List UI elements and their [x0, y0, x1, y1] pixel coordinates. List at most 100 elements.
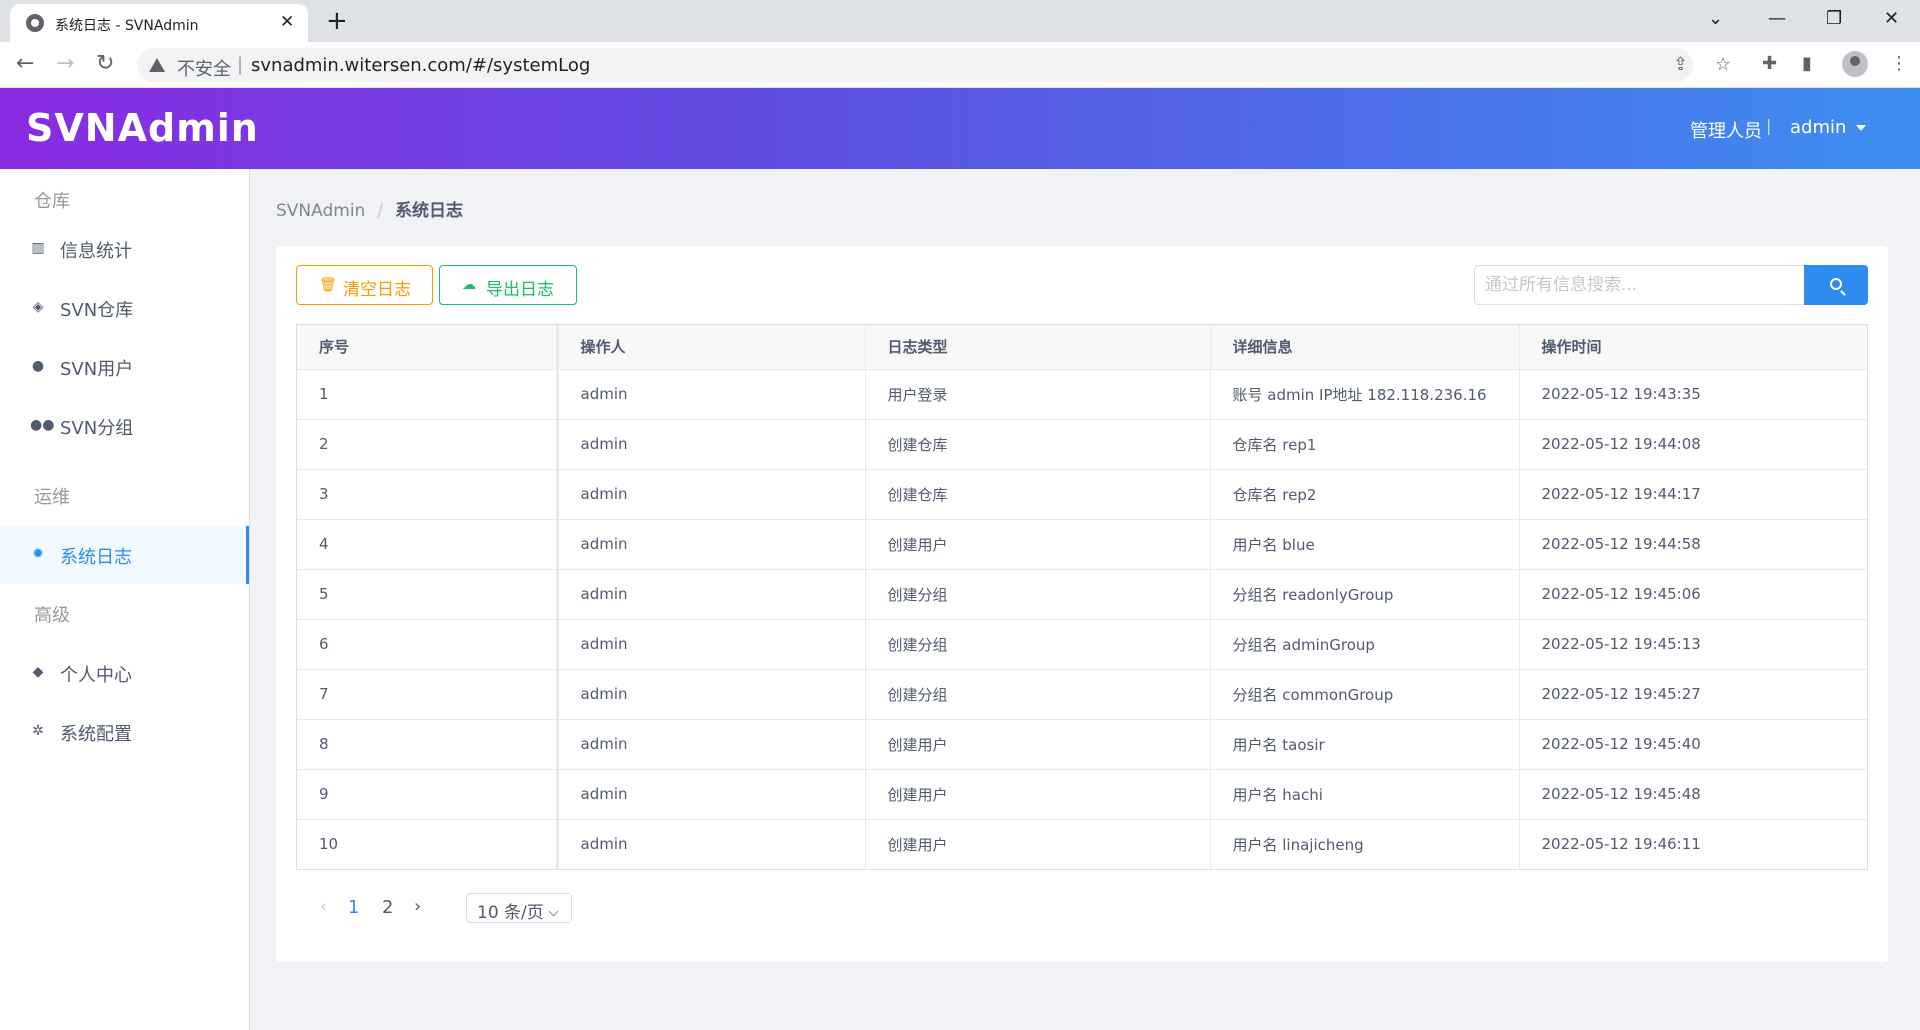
sidebar-item-profile[interactable]: ◆ 个人中心: [0, 644, 249, 702]
column-header-details: 详细信息: [1210, 325, 1520, 370]
prev-page-icon[interactable]: ‹: [320, 896, 327, 917]
tab-search-chevron-icon[interactable]: ⌄: [1708, 6, 1723, 32]
cell-time: 2022-05-12 19:44:58: [1519, 519, 1867, 570]
cell-log-type: 创建用户: [865, 819, 1211, 869]
menu-group-advanced: 高级: [34, 605, 70, 626]
sidebar-item-label: SVN仓库: [60, 300, 134, 321]
table-row: 2 admin 创建仓库 仓库名 rep1 2022-05-12 19:44:08: [297, 419, 1867, 470]
cell-details: 用户名 blue: [1210, 519, 1520, 570]
cell-log-type: 创建分组: [865, 619, 1211, 670]
breadcrumb-root[interactable]: SVNAdmin: [276, 201, 365, 221]
clear-log-label: 清空日志: [343, 280, 411, 300]
bookmark-star-icon[interactable]: ☆: [1715, 55, 1731, 75]
cell-index: 2: [297, 419, 559, 470]
cell-details: 分组名 adminGroup: [1210, 619, 1520, 670]
cell-index: 5: [297, 569, 559, 620]
browser-toolbar: ← → ↻ 不安全 | svnadmin.witersen.com/#/syst…: [0, 42, 1920, 88]
close-tab-icon[interactable]: ✕: [280, 12, 294, 32]
table-row: 10 admin 创建用户 用户名 linajicheng 2022-05-12 19:…: [297, 819, 1867, 869]
log-card: 🗑 清空日志 ☁ 导出日志 序号 操作人 日志类型 详细信息 操作时间 1adm…: [276, 246, 1888, 962]
close-window-icon[interactable]: ✕: [1884, 6, 1899, 32]
users-icon: ●●: [30, 417, 55, 433]
cell-details: 用户名 taosir: [1210, 719, 1520, 770]
sidebar-item-svn-repos[interactable]: ◈ SVN仓库: [0, 279, 249, 337]
extensions-icon[interactable]: ✚: [1762, 52, 1777, 76]
export-log-button[interactable]: ☁ 导出日志: [439, 265, 577, 305]
clear-log-button[interactable]: 🗑 清空日志: [296, 265, 433, 305]
table-row: 4 admin 创建用户 用户名 blue 2022-05-12 19:44:58: [297, 519, 1867, 570]
cell-details: 用户名 linajicheng: [1210, 819, 1520, 869]
cell-log-type: 创建仓库: [865, 469, 1211, 520]
menu-group-repo: 仓库: [34, 191, 70, 212]
back-icon[interactable]: ←: [16, 51, 34, 77]
share-icon[interactable]: ⇪: [1673, 55, 1688, 75]
user-dropdown[interactable]: admin: [1790, 117, 1867, 138]
sidebar-item-label: 个人中心: [60, 665, 132, 686]
sidebar-item-svn-users[interactable]: ● SVN用户: [0, 338, 249, 396]
search-input[interactable]: [1474, 265, 1804, 305]
cell-details: 仓库名 rep1: [1210, 419, 1520, 470]
cloud-download-icon: ☁: [462, 277, 476, 293]
tab-title: 系统日志 - SVNAdmin: [55, 18, 199, 34]
breadcrumb: SVNAdmin / 系统日志: [276, 196, 463, 221]
security-label[interactable]: 不安全: [177, 55, 231, 81]
cell-time: 2022-05-12 19:45:27: [1519, 669, 1867, 720]
sidebar-item-stats[interactable]: ▥ 信息统计: [0, 220, 249, 278]
page-size-select[interactable]: 10 条/页: [466, 893, 572, 923]
cell-index: 6: [297, 619, 559, 670]
cell-time: 2022-05-12 19:46:11: [1541, 835, 1701, 854]
cell-operator: admin: [557, 719, 866, 770]
sidebar-item-system-log[interactable]: ✹ 系统日志: [0, 526, 249, 584]
browser-menu-icon[interactable]: ⋮: [1890, 52, 1908, 76]
breadcrumb-current: 系统日志: [395, 201, 464, 221]
browser-tab[interactable]: 系统日志 - SVNAdmin ✕: [10, 4, 308, 42]
side-panel-icon[interactable]: ▮: [1802, 52, 1812, 76]
cell-details: 仓库名 rep2: [1210, 469, 1520, 520]
table-row: 3 admin 创建仓库 仓库名 rep2 2022-05-12 19:44:17: [297, 469, 1867, 520]
table-row: 7 admin 创建分组 分组名 commonGroup 2022-05-12 19:4…: [297, 669, 1867, 720]
minimize-icon[interactable]: —: [1768, 6, 1786, 32]
cell-operator: admin: [557, 419, 866, 470]
page-1[interactable]: 1: [348, 897, 359, 918]
address-bar[interactable]: 不安全 | svnadmin.witersen.com/#/systemLog …: [137, 48, 1731, 82]
reload-icon[interactable]: ↻: [96, 51, 114, 77]
cell-operator: admin: [557, 519, 866, 570]
app-logo[interactable]: SVNAdmin: [26, 106, 259, 150]
cell-index: 8: [297, 719, 559, 770]
cell-time: 2022-05-12 19:44:17: [1519, 469, 1867, 520]
cell-log-type: 创建分组: [865, 669, 1211, 720]
cell-operator: admin: [557, 669, 866, 720]
cell-log-type: 创建仓库: [865, 419, 1211, 470]
restore-icon[interactable]: ❐: [1826, 6, 1842, 32]
cell-time: 2022-05-12 19:44:08: [1519, 419, 1867, 470]
layers-icon: ◈: [32, 299, 44, 315]
trash-icon: 🗑: [319, 277, 337, 293]
gear-icon: ✲: [32, 723, 44, 739]
user-name: admin: [1790, 117, 1847, 138]
next-page-icon[interactable]: ›: [414, 896, 421, 917]
sidebar-item-svn-groups[interactable]: ●● SVN分组: [0, 397, 249, 455]
url-text[interactable]: svnadmin.witersen.com/#/systemLog: [251, 55, 590, 76]
table-row: 6 admin 创建分组 分组名 adminGroup 2022-05-12 19:45…: [297, 619, 1867, 670]
page-2[interactable]: 2: [382, 897, 393, 918]
cell-operator: admin: [557, 469, 866, 520]
forward-icon[interactable]: →: [56, 51, 74, 77]
column-header-operator: 操作人: [557, 325, 866, 370]
search-icon: [1830, 278, 1842, 290]
cell-index: 7: [297, 669, 559, 720]
profile-avatar-icon[interactable]: [1842, 51, 1868, 77]
breadcrumb-separator: /: [377, 201, 384, 221]
bar-chart-icon: ▥: [31, 240, 45, 256]
cell-time: 2022-05-12 19:45:48: [1519, 769, 1867, 820]
header-separator: |: [1766, 116, 1772, 135]
caret-down-icon: [1856, 125, 1867, 131]
app-header: SVNAdmin 管理人员 | admin: [0, 88, 1920, 169]
search-button[interactable]: [1804, 265, 1868, 305]
cell-log-type: 创建用户: [865, 519, 1211, 570]
column-header-index: 序号: [297, 325, 559, 370]
sidebar-item-system-config[interactable]: ✲ 系统配置: [0, 703, 249, 761]
cell-log-type: 创建分组: [865, 569, 1211, 620]
warning-icon[interactable]: [149, 58, 165, 72]
new-tab-icon[interactable]: +: [326, 6, 348, 36]
cell-index: 3: [297, 469, 559, 520]
